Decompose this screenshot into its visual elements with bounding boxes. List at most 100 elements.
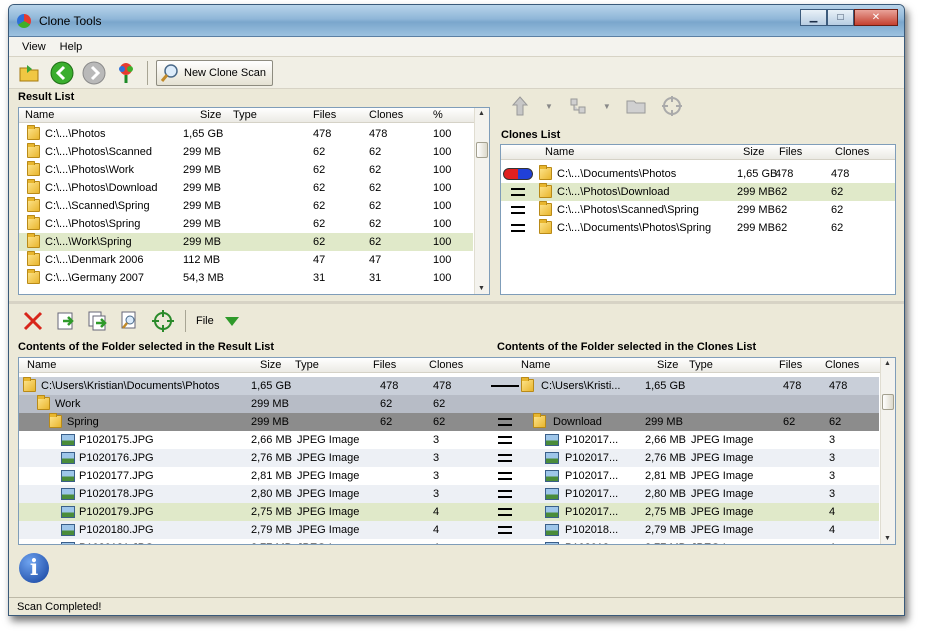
folder-icon — [539, 165, 552, 180]
table-row[interactable]: C:\...\Photos 1,65 GB 478 478 100 — [19, 125, 473, 143]
app-logo-icon — [17, 14, 31, 28]
row-name: C:\...\Scanned\Spring — [45, 200, 150, 212]
back-icon[interactable] — [49, 60, 75, 86]
col-clones[interactable]: Clones — [369, 109, 403, 121]
right-col-files[interactable]: Files — [779, 359, 802, 371]
image-file-icon — [545, 452, 559, 464]
file-menu-label[interactable]: File — [196, 315, 214, 327]
dropdown-arrow-icon[interactable] — [224, 315, 240, 327]
left-name: P1020175.JPG — [79, 434, 154, 446]
table-row[interactable]: C:\...\Photos\Download 299 MB 62 62 100 — [19, 179, 473, 197]
menu-help[interactable]: Help — [53, 41, 90, 53]
col-size[interactable]: Size — [200, 109, 221, 121]
table-row[interactable]: P1020180.JPG 2,79 MB JPEG Image 4 P102018...… — [19, 521, 879, 539]
table-row[interactable]: P1020181.JPG 2,77 MB JPEG Image 4 P102018...… — [19, 539, 879, 544]
horizontal-splitter[interactable] — [9, 301, 904, 304]
dropdown-arrow-icon[interactable]: ▼ — [603, 102, 611, 111]
table-row[interactable]: C:\...\Germany 2007 54,3 MB 31 31 100 — [19, 269, 473, 287]
forward-icon[interactable] — [81, 60, 107, 86]
table-row[interactable]: C:\...\Scanned\Spring 299 MB 62 62 100 — [19, 197, 473, 215]
col-name[interactable]: Name — [25, 109, 54, 121]
row-files: 478 — [775, 168, 794, 180]
copy-file-icon[interactable] — [87, 310, 109, 332]
right-col-name[interactable]: Name — [521, 359, 550, 371]
maximize-button[interactable]: □ — [827, 9, 854, 26]
left-col-size[interactable]: Size — [260, 359, 281, 371]
table-row[interactable]: C:\...\Work\Spring 299 MB 62 62 100 — [19, 233, 473, 251]
left-size: 299 MB — [251, 398, 289, 410]
delete-icon[interactable] — [21, 309, 45, 333]
target-icon[interactable] — [661, 95, 683, 117]
row-clones: 62 — [369, 200, 382, 212]
col-percent[interactable]: % — [433, 109, 443, 121]
folder-move-icon[interactable] — [625, 95, 647, 117]
close-button[interactable]: ✕ — [854, 9, 898, 26]
left-type: JPEG Image — [297, 452, 360, 464]
contents-list[interactable]: Name Size Type Files Clones Name Size Ty… — [18, 357, 896, 545]
table-row[interactable]: Work 299 MB 62 62 — [19, 395, 879, 413]
table-row[interactable]: C:\...\Photos\Spring 299 MB 62 62 100 — [19, 215, 473, 233]
table-row[interactable]: P1020177.JPG 2,81 MB JPEG Image 3 P102017...… — [19, 467, 879, 485]
table-row[interactable]: C:\...\Documents\Photos 1,65 GB 478 478 — [501, 165, 895, 183]
up-arrow-icon[interactable] — [509, 95, 531, 117]
right-name: Download — [553, 416, 602, 428]
equal-icon — [511, 188, 525, 196]
left-col-type[interactable]: Type — [295, 359, 319, 371]
equal-icon — [498, 490, 512, 498]
table-row[interactable]: C:\...\Photos\Work 299 MB 62 62 100 — [19, 161, 473, 179]
result-list[interactable]: Name Size Type Files Clones % C:\...\Pho… — [18, 107, 490, 295]
left-col-files[interactable]: Files — [373, 359, 396, 371]
image-file-icon — [545, 524, 559, 536]
clones-col-files[interactable]: Files — [779, 146, 802, 158]
row-files: 62 — [775, 222, 788, 234]
table-row[interactable]: P1020176.JPG 2,76 MB JPEG Image 3 P102017...… — [19, 449, 879, 467]
dropdown-arrow-icon[interactable]: ▼ — [545, 102, 553, 111]
table-row[interactable]: C:\...\Denmark 2006 112 MB 47 47 100 — [19, 251, 473, 269]
table-row[interactable]: P1020179.JPG 2,75 MB JPEG Image 4 P102017...… — [19, 503, 879, 521]
move-file-icon[interactable] — [55, 310, 77, 332]
clones-col-clones[interactable]: Clones — [835, 146, 869, 158]
menu-view[interactable]: View — [15, 41, 53, 53]
contents-list-scrollbar[interactable]: ▲ ▼ — [880, 358, 895, 544]
table-row[interactable]: C:\...\Photos\Download 299 MB 62 62 — [501, 183, 895, 201]
table-row[interactable]: C:\Users\Kristian\Documents\Photos 1,65 G… — [19, 377, 879, 395]
col-files[interactable]: Files — [313, 109, 336, 121]
left-clones: 3 — [433, 434, 440, 446]
find-file-icon[interactable] — [119, 310, 141, 332]
row-name: C:\...\Denmark 2006 — [45, 254, 144, 266]
left-col-name[interactable]: Name — [27, 359, 56, 371]
right-type: JPEG Image — [691, 542, 753, 544]
info-icon[interactable]: i — [19, 553, 49, 583]
right-clones: 4 — [829, 506, 836, 518]
right-col-clones[interactable]: Clones — [825, 359, 859, 371]
menu-bar: View Help — [9, 37, 904, 57]
left-files: 478 — [380, 380, 399, 392]
table-row[interactable]: P1020175.JPG 2,66 MB JPEG Image 3 P102017...… — [19, 431, 879, 449]
right-col-type[interactable]: Type — [689, 359, 713, 371]
left-clones: 4 — [433, 506, 440, 518]
table-row[interactable]: P1020178.JPG 2,80 MB JPEG Image 3 P102017...… — [19, 485, 879, 503]
result-list-scrollbar[interactable]: ▲ ▼ — [474, 108, 489, 294]
table-row[interactable]: C:\...\Photos\Scanned 299 MB 62 62 100 — [19, 143, 473, 161]
right-size: 2,81 MB — [645, 470, 686, 482]
tree-icon[interactable] — [567, 95, 589, 117]
col-type[interactable]: Type — [233, 109, 257, 121]
table-row[interactable]: Spring 299 MB 62 62 Download 299 MB 62 62 — [19, 413, 879, 431]
clone-tools-icon[interactable] — [113, 60, 139, 86]
app-window: Clone Tools ▁ □ ✕ View Help New Clone Sc… — [8, 4, 905, 616]
table-row[interactable]: C:\...\Documents\Photos\Spring 299 MB 62 62 — [501, 219, 895, 237]
right-col-size[interactable]: Size — [657, 359, 678, 371]
clones-col-name[interactable]: Name — [545, 146, 574, 158]
clones-list[interactable]: Name Size Files Clones C:\...\Documents\… — [500, 144, 896, 295]
locate-icon[interactable] — [151, 309, 175, 333]
folder-icon — [27, 143, 40, 158]
new-clone-scan-button[interactable]: New Clone Scan — [156, 59, 273, 86]
minimize-button[interactable]: ▁ — [800, 9, 827, 26]
left-col-clones[interactable]: Clones — [429, 359, 463, 371]
image-file-icon — [61, 452, 75, 464]
left-files: 62 — [380, 416, 393, 428]
open-folder-icon[interactable] — [17, 60, 43, 86]
row-size: 299 MB — [183, 218, 221, 230]
clones-col-size[interactable]: Size — [743, 146, 764, 158]
table-row[interactable]: C:\...\Photos\Scanned\Spring 299 MB 62 62 — [501, 201, 895, 219]
